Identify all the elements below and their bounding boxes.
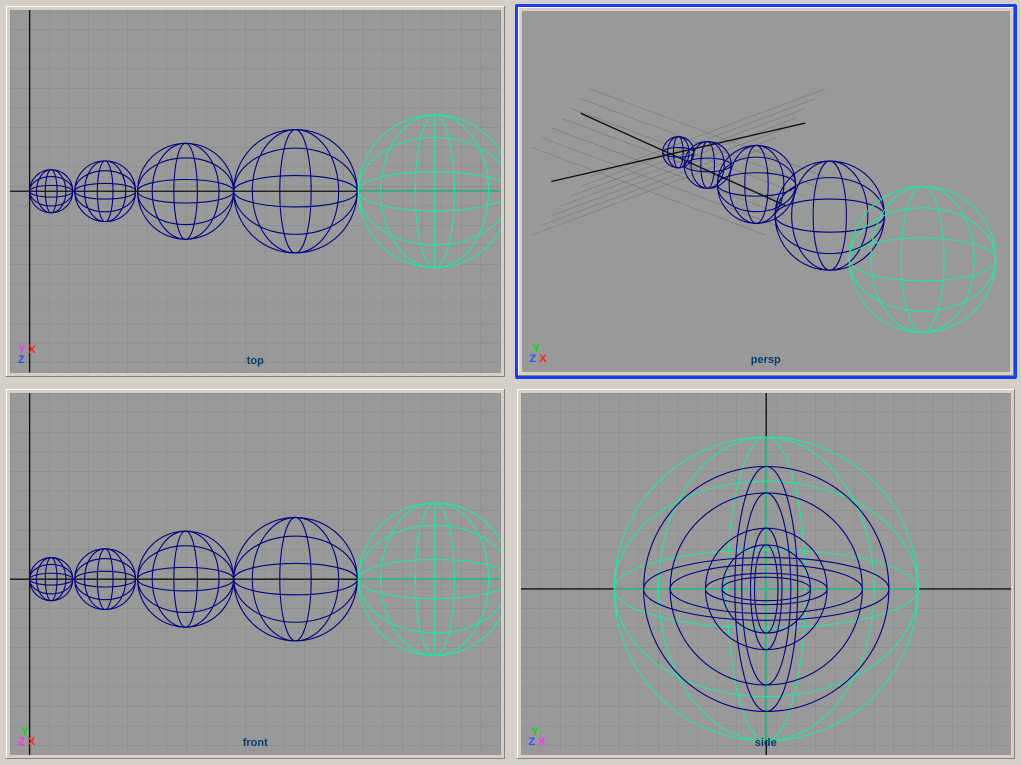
top-svg — [10, 10, 501, 373]
side-objects — [614, 437, 918, 741]
viewport-persp[interactable]: YZ X persp — [515, 4, 1018, 379]
viewport-front-canvas[interactable]: YZ X front — [10, 393, 501, 756]
front-svg — [10, 393, 501, 756]
viewport-top[interactable]: Y XZ top — [4, 4, 507, 379]
viewport-side[interactable]: YZ X side — [515, 387, 1018, 762]
four-view-layout: Y XZ top — [0, 0, 1021, 765]
viewport-label: persp — [751, 354, 781, 366]
viewport-top-canvas[interactable]: Y XZ top — [10, 10, 501, 373]
persp-svg — [522, 11, 1011, 372]
viewport-label: top — [247, 355, 264, 367]
viewport-front[interactable]: YZ X front — [4, 387, 507, 762]
persp-objects — [662, 137, 995, 333]
side-svg — [521, 393, 1012, 756]
viewport-side-canvas[interactable]: YZ X side — [521, 393, 1012, 756]
persp-grid — [531, 89, 824, 235]
front-grid — [10, 393, 501, 756]
viewport-label: side — [755, 737, 777, 749]
viewport-label: front — [243, 737, 268, 749]
viewport-persp-canvas[interactable]: YZ X persp — [522, 11, 1011, 372]
